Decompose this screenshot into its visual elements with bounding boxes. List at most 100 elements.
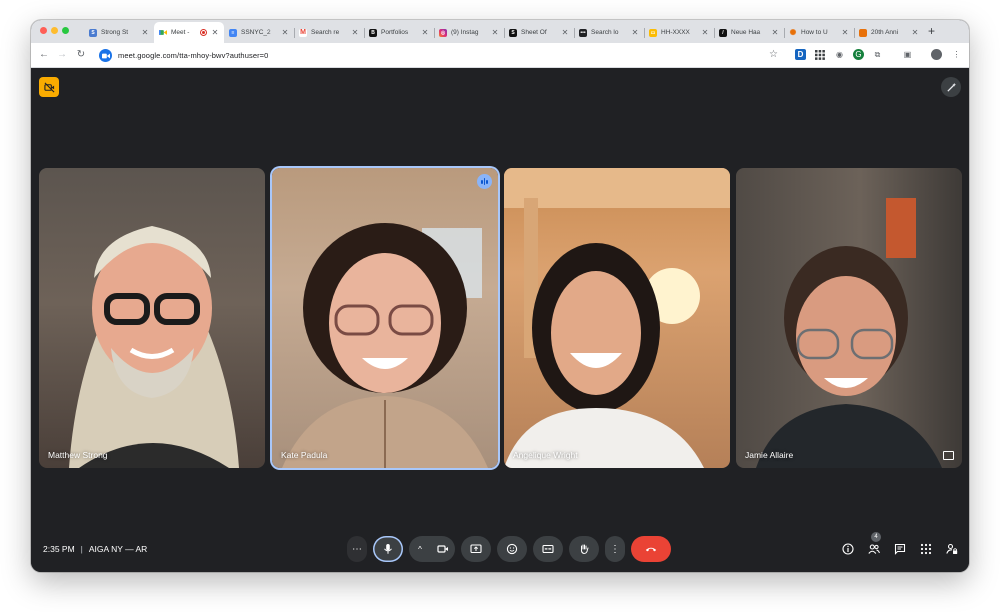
tab-how-to[interactable]: ✺ How to U ✕: [784, 22, 854, 43]
participant-name: Matthew Strong: [48, 450, 108, 460]
leave-call-button[interactable]: [631, 536, 671, 562]
tab-title: How to U: [801, 29, 828, 36]
tab-search-lo[interactable]: ••• Search lo ✕: [574, 22, 644, 43]
close-tab-icon[interactable]: ✕: [841, 28, 849, 37]
people-icon: [868, 544, 880, 554]
people-button[interactable]: 4: [867, 532, 881, 556]
raise-hand-button[interactable]: [569, 536, 599, 562]
camera-button[interactable]: [431, 543, 455, 555]
maximize-window-button[interactable]: [62, 27, 69, 34]
close-tab-icon[interactable]: ✕: [421, 28, 429, 37]
site-info-icon[interactable]: [99, 49, 112, 62]
tab-hh-xxxx[interactable]: ▭ HH-XXXX ✕: [644, 22, 714, 43]
picture-in-picture-icon[interactable]: [943, 451, 954, 460]
present-screen-button[interactable]: [461, 536, 491, 562]
tab-strong-studio[interactable]: S Strong St ✕: [84, 22, 154, 43]
speaking-indicator-icon: [477, 174, 492, 189]
sheet-favicon-icon: S: [509, 28, 517, 37]
close-tab-icon[interactable]: ✕: [351, 28, 359, 37]
tab-ssnyc[interactable]: ≡ SSNYC_2 ✕: [224, 22, 294, 43]
visual-effects-wand-icon[interactable]: [941, 77, 961, 97]
camera-extension-icon[interactable]: ◉: [834, 49, 845, 60]
tab-title: Portfolios: [381, 29, 409, 36]
close-tab-icon[interactable]: ✕: [491, 28, 499, 37]
microphone-button[interactable]: [373, 536, 403, 562]
call-controls: ⋯ ^ ⋮: [347, 536, 671, 562]
close-tab-icon[interactable]: ✕: [631, 28, 639, 37]
tab-meet[interactable]: Meet - ✕: [154, 22, 224, 43]
audio-options-button[interactable]: ⋯: [347, 536, 367, 562]
chat-button[interactable]: [893, 542, 907, 556]
host-controls-button[interactable]: [945, 542, 959, 556]
extensions-puzzle-icon[interactable]: ⧉: [872, 49, 883, 60]
tab-title: Search lo: [591, 29, 619, 36]
close-tab-icon[interactable]: ✕: [771, 28, 779, 37]
tab-20th-anni[interactable]: 20th Anni ✕: [854, 22, 924, 43]
recording-icon: [200, 29, 207, 36]
profile-avatar[interactable]: [931, 49, 942, 60]
close-tab-icon[interactable]: ✕: [281, 28, 289, 37]
tab-gmail-search[interactable]: M Search re ✕: [294, 22, 364, 43]
close-tab-icon[interactable]: ✕: [211, 28, 219, 37]
browser-menu-icon[interactable]: ⋮: [951, 49, 962, 60]
participant-tile-active-speaker[interactable]: Kate Padula: [272, 168, 498, 468]
close-window-button[interactable]: [40, 27, 47, 34]
search-favicon-icon: •••: [579, 28, 587, 37]
apps-grid-icon: [920, 543, 932, 555]
new-tab-button[interactable]: +: [928, 25, 935, 37]
meeting-details-button[interactable]: [841, 542, 855, 556]
tabs: S Strong St ✕ Meet - ✕ ≡ SSNYC_2 ✕ M Search re…: [84, 22, 924, 43]
sun-favicon-icon: ✺: [789, 28, 797, 37]
reload-button[interactable]: ↻: [74, 48, 88, 62]
extension-grid-icon[interactable]: [814, 49, 825, 60]
forward-button[interactable]: →: [55, 48, 69, 62]
tab-instagram[interactable]: ◎ (9) Instag ✕: [434, 22, 504, 43]
clock-time: 2:35 PM: [43, 544, 75, 554]
reactions-button[interactable]: [497, 536, 527, 562]
participant-tile[interactable]: Matthew Strong: [39, 168, 265, 468]
tab-title: HH-XXXX: [661, 29, 690, 36]
browser-window: S Strong St ✕ Meet - ✕ ≡ SSNYC_2 ✕ M Search re…: [31, 20, 969, 572]
close-tab-icon[interactable]: ✕: [701, 28, 709, 37]
neue-haas-favicon-icon: /: [719, 28, 727, 37]
participant-tile[interactable]: Angelique Wright: [504, 168, 730, 468]
activities-button[interactable]: [919, 542, 933, 556]
gmail-favicon-icon: M: [299, 28, 307, 37]
captions-button[interactable]: [533, 536, 563, 562]
tab-neue-haas[interactable]: / Neue Haa ✕: [714, 22, 784, 43]
minimize-window-button[interactable]: [51, 27, 58, 34]
tab-title: (9) Instag: [451, 29, 479, 36]
back-button[interactable]: ←: [37, 48, 51, 62]
more-options-button[interactable]: ⋮: [605, 536, 625, 562]
address-bar[interactable]: meet.google.com/tta-mhoy-bwv?authuser=0 …: [96, 46, 786, 65]
people-count-badge: 4: [871, 532, 881, 542]
tab-title: SSNYC_2: [241, 29, 271, 36]
participant-video: [282, 223, 488, 468]
portfolios-favicon-icon: B: [369, 28, 377, 37]
tab-sheet-of[interactable]: S Sheet Of ✕: [504, 22, 574, 43]
camera-options-chevron-up-icon[interactable]: ^: [409, 545, 431, 554]
camera-button-group: ^: [409, 536, 455, 562]
docs-favicon-icon: ≡: [229, 28, 237, 37]
bookmark-star-icon[interactable]: ☆: [769, 49, 778, 60]
grammarly-extension-icon[interactable]: G: [853, 49, 864, 60]
close-tab-icon[interactable]: ✕: [561, 28, 569, 37]
tab-portfolios[interactable]: B Portfolios ✕: [364, 22, 434, 43]
tab-title: Meet -: [171, 29, 190, 36]
tab-strip: S Strong St ✕ Meet - ✕ ≡ SSNYC_2 ✕ M Search re…: [31, 20, 969, 43]
meet-stage: Matthew Strong Kate Padula Angelique Wri…: [31, 68, 969, 572]
tab-title: Strong St: [101, 29, 129, 36]
participant-tile[interactable]: Jamie Allaire: [736, 168, 962, 468]
camera-off-icon[interactable]: [39, 77, 59, 97]
hang-up-phone-icon: [645, 547, 657, 552]
close-tab-icon[interactable]: ✕: [141, 28, 149, 37]
extension-d-icon[interactable]: D: [795, 49, 806, 60]
tab-title: Sheet Of: [521, 29, 547, 36]
raise-hand-icon: [580, 544, 589, 555]
tab-search-icon[interactable]: ▣: [902, 49, 913, 60]
close-tab-icon[interactable]: ✕: [911, 28, 919, 37]
tab-title: 20th Anni: [871, 29, 899, 36]
host-lock-icon: [946, 543, 958, 554]
divider: |: [80, 544, 83, 554]
anniversary-favicon-icon: [859, 28, 867, 37]
